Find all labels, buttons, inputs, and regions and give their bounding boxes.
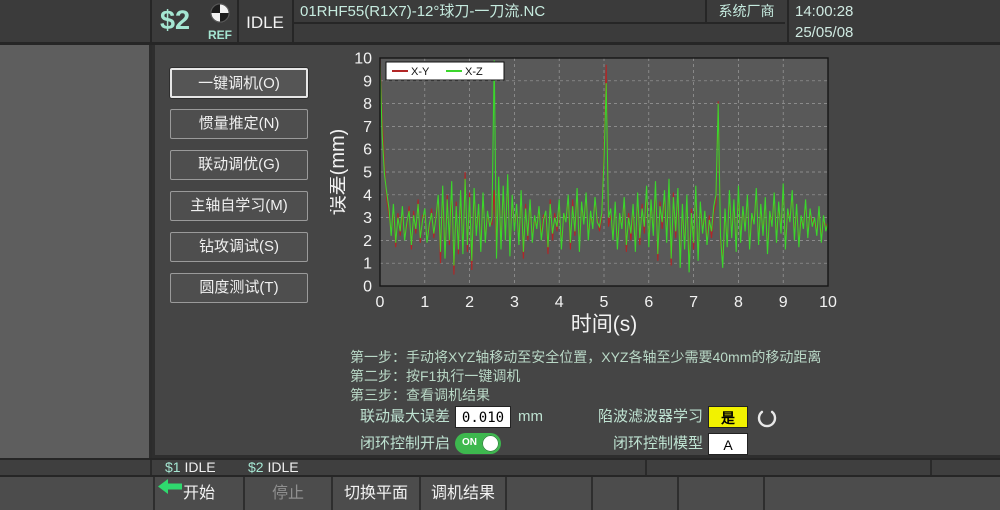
instruction-step-1: 第一步：手动将XYZ轴移动至安全位置，XYZ各轴至少需要40mm的移动距离 bbox=[350, 349, 822, 365]
sidebar-button-spindle-learning[interactable]: 主轴自学习(M) bbox=[170, 191, 308, 221]
channel2-state: IDLE bbox=[267, 459, 299, 475]
divider bbox=[150, 0, 152, 45]
tuning-error-chart: 0 1 2 3 4 5 6 7 8 9 10 0 1 2 3 4 5 6 7 8 9 10 时间(s) 误差(mm) X-Y X-… bbox=[326, 51, 837, 337]
divider bbox=[705, 0, 707, 22]
svg-text:X-Y: X-Y bbox=[411, 66, 430, 78]
channel2-id: $2 bbox=[248, 459, 264, 475]
channel1-status: $1 IDLE bbox=[165, 460, 216, 475]
softkey-empty bbox=[507, 477, 593, 510]
error-chart: 0 1 2 3 4 5 6 7 8 9 10 0 1 2 3 4 5 6 7 8 9 10 时间(s) 误差(mm) X-Y X-… bbox=[326, 50, 840, 344]
divider bbox=[930, 460, 932, 475]
time-display: 14:00:28 bbox=[795, 3, 854, 20]
mode-indicator: IDLE bbox=[246, 13, 284, 32]
svg-text:4: 4 bbox=[555, 294, 564, 311]
svg-text:2: 2 bbox=[363, 233, 372, 250]
toggle-knob bbox=[482, 435, 499, 452]
notch-filter-label: 陷波滤波器学习 bbox=[597, 408, 703, 425]
softkey-stop[interactable]: 停止 bbox=[245, 477, 333, 510]
sidebar-button-linkage-tuning[interactable]: 联动调优(G) bbox=[170, 150, 308, 180]
softkey-tuning-result[interactable]: 调机结果 bbox=[421, 477, 507, 510]
svg-text:8: 8 bbox=[734, 294, 743, 311]
closed-loop-toggle[interactable]: ON bbox=[455, 433, 501, 454]
instruction-step-3: 第三步：查看调机结果 bbox=[350, 387, 490, 403]
svg-text:10: 10 bbox=[354, 51, 372, 68]
softkey-bar: 开始 停止 切换平面 调机结果 bbox=[0, 477, 1000, 510]
instruction-step-2: 第二步：按F1执行一键调机 bbox=[350, 368, 521, 384]
svg-text:3: 3 bbox=[510, 294, 519, 311]
refresh-icon[interactable] bbox=[756, 406, 778, 428]
ref-label: REF bbox=[208, 28, 232, 42]
reference-point-icon bbox=[210, 3, 230, 23]
program-title: 01RHF55(R1X7)-12°球刀-一刀流.NC bbox=[300, 3, 546, 20]
sidebar-button-roundness-test[interactable]: 圆度测试(T) bbox=[170, 273, 308, 303]
svg-text:6: 6 bbox=[644, 294, 653, 311]
date-display: 25/05/08 bbox=[795, 24, 854, 41]
channel-indicator: $2 bbox=[160, 5, 191, 35]
clock: 14:00:28 25/05/08 bbox=[795, 1, 853, 43]
softkey-empty bbox=[765, 477, 1000, 510]
svg-text:误差(mm): 误差(mm) bbox=[330, 129, 349, 216]
svg-text:7: 7 bbox=[363, 119, 372, 136]
svg-text:1: 1 bbox=[363, 256, 372, 273]
main-panel: 一键调机(O) 惯量推定(N) 联动调优(G) 主轴自学习(M) 钻攻调试(S)… bbox=[155, 45, 1000, 455]
max-error-label: 联动最大误差 bbox=[359, 408, 450, 425]
closed-loop-label: 闭环控制开启 bbox=[359, 435, 450, 452]
notch-filter-value[interactable]: 是 bbox=[708, 406, 748, 428]
svg-text:时间(s): 时间(s) bbox=[571, 313, 638, 336]
sidebar-button-inertia-estimation[interactable]: 惯量推定(N) bbox=[170, 109, 308, 139]
svg-text:1: 1 bbox=[420, 294, 429, 311]
max-error-unit: mm bbox=[518, 408, 543, 425]
svg-text:0: 0 bbox=[376, 294, 385, 311]
channel2-status: $2 IDLE bbox=[248, 460, 299, 475]
svg-text:6: 6 bbox=[363, 142, 372, 159]
sidebar-button-one-key-tuning[interactable]: 一键调机(O) bbox=[170, 68, 308, 98]
softkey-empty bbox=[593, 477, 679, 510]
svg-text:7: 7 bbox=[689, 294, 698, 311]
channel1-id: $1 bbox=[165, 459, 181, 475]
instructions: 第一步：手动将XYZ轴移动至安全位置，XYZ各轴至少需要40mm的移动距离 第二… bbox=[350, 348, 821, 405]
svg-text:9: 9 bbox=[363, 73, 372, 90]
svg-text:5: 5 bbox=[363, 165, 372, 182]
svg-text:9: 9 bbox=[779, 294, 788, 311]
channel-status-bar: $1 IDLE $2 IDLE bbox=[0, 458, 1000, 477]
svg-text:10: 10 bbox=[819, 294, 837, 311]
svg-text:0: 0 bbox=[363, 279, 372, 296]
top-bar: $2 REF IDLE 01RHF55(R1X7)-12°球刀-一刀流.NC 系… bbox=[0, 0, 1000, 45]
softkey-spacer bbox=[0, 477, 155, 510]
divider bbox=[645, 460, 647, 475]
loop-model-label: 闭环控制模型 bbox=[612, 435, 703, 452]
svg-text:3: 3 bbox=[363, 210, 372, 227]
loop-model-input[interactable]: A bbox=[708, 433, 748, 455]
toggle-on-label: ON bbox=[462, 437, 477, 448]
svg-text:5: 5 bbox=[600, 294, 609, 311]
ref-indicator: REF bbox=[203, 2, 237, 41]
channel1-state: IDLE bbox=[184, 459, 216, 475]
sidebar-button-tapping-debug[interactable]: 钻攻调试(S) bbox=[170, 232, 308, 262]
left-empty-panel bbox=[0, 45, 152, 458]
svg-text:2: 2 bbox=[465, 294, 474, 311]
svg-text:8: 8 bbox=[363, 96, 372, 113]
svg-text:4: 4 bbox=[363, 187, 372, 204]
vendor-label: 系统厂商 bbox=[718, 3, 775, 19]
back-arrow-icon[interactable] bbox=[158, 479, 184, 494]
divider bbox=[294, 22, 785, 24]
softkey-switch-plane[interactable]: 切换平面 bbox=[333, 477, 421, 510]
max-error-input[interactable]: 0.010 bbox=[455, 406, 511, 428]
softkey-empty bbox=[679, 477, 765, 510]
divider bbox=[787, 0, 789, 45]
divider bbox=[150, 460, 152, 475]
svg-text:X-Z: X-Z bbox=[465, 66, 483, 78]
